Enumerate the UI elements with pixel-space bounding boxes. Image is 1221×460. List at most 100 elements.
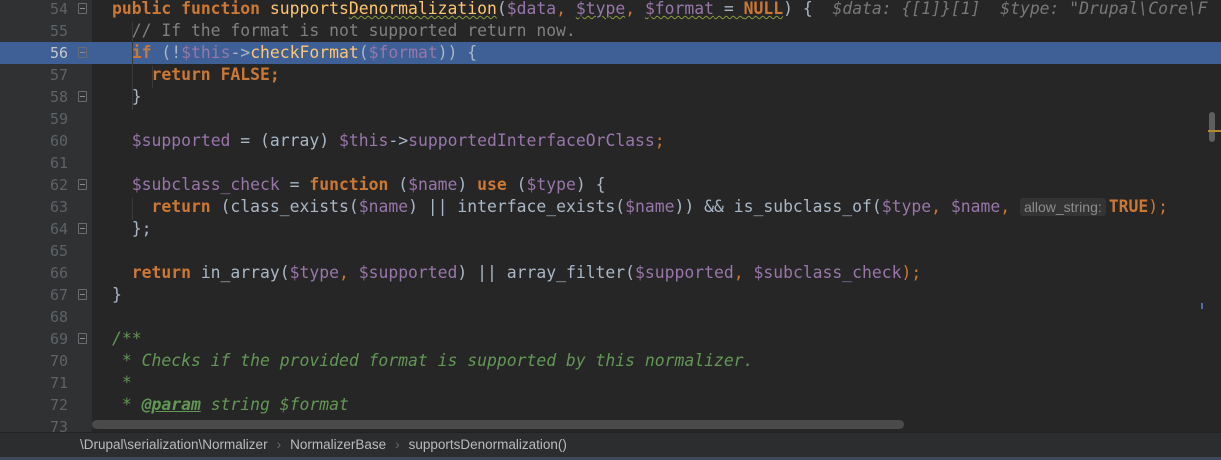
code-token: $data: [506, 0, 557, 18]
code-token: ->: [388, 131, 409, 150]
code-line[interactable]: 71 *: [0, 372, 1221, 394]
code-line[interactable]: 55 // If the format is not supported ret…: [0, 20, 1221, 42]
code-line[interactable]: 59: [0, 108, 1221, 130]
code-token: ;: [654, 131, 665, 150]
code-token: (class_exists(: [220, 197, 359, 216]
line-number: 67: [49, 286, 68, 304]
code-token: * Checks if the provided format is suppo…: [112, 351, 754, 370]
code-token: $this: [181, 43, 231, 62]
code-line[interactable]: 64 };: [0, 218, 1221, 240]
code-token: Denormalization: [348, 0, 497, 18]
debug-inline-value: $data: {[1]}[1] $type: "Drupal\Core\F: [832, 0, 1208, 18]
code-line[interactable]: 72 * @param string $format: [0, 394, 1221, 416]
code-token: ->: [230, 43, 251, 62]
code-token: $supported: [358, 263, 458, 282]
line-number: 72: [49, 396, 68, 414]
code-token: function: [309, 175, 399, 194]
code-line[interactable]: 60 $supported = (array) $this->supported…: [0, 130, 1221, 152]
code-token: (: [398, 175, 409, 194]
breadcrumb-method[interactable]: supportsDenormalization(): [409, 437, 567, 452]
code-token: ,: [338, 263, 359, 282]
indent-guide: [132, 22, 133, 110]
indent-guide: [132, 198, 133, 220]
line-number: 65: [49, 242, 68, 260]
fold-end-icon[interactable]: [78, 223, 87, 234]
code-line[interactable]: 56 if (!$this->checkFormat($format)) {: [0, 42, 1221, 64]
code-token: TRUE: [1108, 197, 1149, 216]
code-line[interactable]: 69 /**: [0, 328, 1221, 350]
line-number: 59: [49, 110, 68, 128]
code-line[interactable]: 58 }: [0, 86, 1221, 108]
code-token: /**: [112, 329, 142, 348]
code-token: );: [901, 263, 922, 282]
line-number: 71: [49, 374, 68, 392]
code-line[interactable]: 63 return (class_exists($name) || interf…: [0, 196, 1221, 218]
breadcrumb-namespace[interactable]: \Drupal\serialization\Normalizer: [80, 437, 268, 452]
code-token: ): [457, 175, 478, 194]
line-number: 70: [49, 352, 68, 370]
code-line[interactable]: 68: [0, 306, 1221, 328]
line-number: 57: [49, 66, 68, 84]
code-token: $name: [358, 197, 409, 216]
code-token: *: [112, 395, 142, 414]
code-token: function: [181, 0, 270, 18]
code-token: (!: [161, 43, 182, 62]
code-token: public: [112, 0, 182, 18]
vertical-scrollbar[interactable]: [1209, 112, 1215, 142]
code-token: supportedInterfaceOrClass: [408, 131, 655, 150]
code-line[interactable]: 66 return in_array($type, $supported) ||…: [0, 262, 1221, 284]
fold-end-icon[interactable]: [78, 91, 87, 102]
code-token: $type: [289, 263, 339, 282]
code-text: return (class_exists($name) || interface…: [112, 196, 1168, 218]
fold-collapse-icon[interactable]: [78, 333, 87, 344]
code-token: }: [112, 285, 122, 304]
code-text: }: [112, 86, 142, 108]
line-number: 64: [49, 220, 68, 238]
fold-collapse-icon[interactable]: [78, 179, 87, 190]
line-number: 62: [49, 176, 68, 194]
code-text: * Checks if the provided format is suppo…: [112, 350, 754, 372]
fold-collapse-icon[interactable]: [78, 3, 87, 14]
code-token: $type: [526, 175, 576, 194]
code-token: $subclass_check: [753, 263, 902, 282]
code-line[interactable]: 57 return FALSE;: [0, 64, 1221, 86]
code-text: return FALSE;: [112, 64, 279, 86]
indent-guide: [152, 66, 153, 88]
fold-collapse-icon[interactable]: [78, 47, 87, 58]
code-token: ,: [733, 263, 754, 282]
code-token: $format: [368, 43, 438, 62]
code-line[interactable]: 65: [0, 240, 1221, 262]
breadcrumb-class[interactable]: NormalizerBase: [290, 437, 386, 452]
code-token: use: [477, 175, 517, 194]
code-token: );: [1148, 197, 1168, 216]
line-number: 61: [49, 154, 68, 172]
code-text: }: [112, 284, 122, 306]
code-line[interactable]: 70 * Checks if the provided format is su…: [0, 350, 1221, 372]
code-token: )) {: [437, 43, 478, 62]
code-line[interactable]: 67}: [0, 284, 1221, 306]
code-token: )) && is_subclass_of(: [674, 197, 882, 216]
code-token: checkFormat: [250, 43, 359, 62]
change-marker[interactable]: [1201, 303, 1203, 309]
line-number: 56: [49, 44, 68, 62]
code-token: $type: [881, 197, 932, 216]
code-token: ) {: [783, 0, 833, 18]
line-number: 54: [49, 0, 68, 18]
code-token: ,: [625, 0, 645, 18]
code-token: supports: [269, 0, 349, 18]
code-token: $supported: [131, 131, 231, 150]
code-line[interactable]: 61: [0, 152, 1221, 174]
fold-end-icon[interactable]: [78, 289, 87, 300]
code-token: if: [112, 43, 162, 62]
code-line[interactable]: 54 public function supportsDenormalizatio…: [0, 0, 1221, 20]
warning-marker[interactable]: [1208, 130, 1221, 132]
code-token: $format: [644, 0, 715, 18]
breadcrumb-separator: ›: [395, 437, 400, 452]
horizontal-scrollbar[interactable]: [92, 420, 904, 429]
code-token: ,: [556, 0, 576, 18]
code-token: (: [496, 0, 507, 18]
code-line[interactable]: 62 $subclass_check = function ($name) us…: [0, 174, 1221, 196]
code-token: @param: [141, 395, 201, 414]
